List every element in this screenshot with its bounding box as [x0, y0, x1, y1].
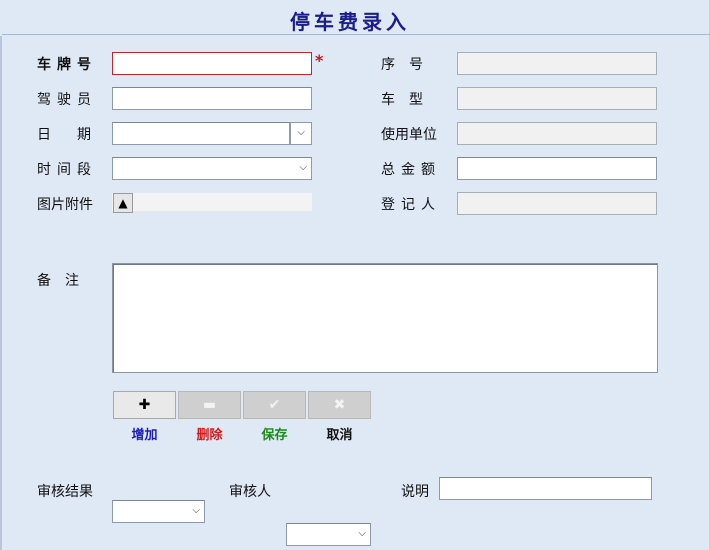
plate-number-input[interactable] — [112, 52, 312, 75]
window-left-border — [0, 36, 2, 550]
title-divider — [2, 34, 710, 35]
driver-label: 驾驶员 — [37, 92, 97, 108]
remark-label: 备 注 — [37, 273, 79, 289]
cancel-button[interactable]: ✖ — [308, 391, 371, 419]
registrar-input — [457, 192, 657, 215]
time-period-select[interactable]: ⌵ — [112, 157, 312, 180]
sequence-input — [457, 52, 657, 75]
check-icon: ✔ — [268, 397, 281, 413]
plus-icon: ✚ — [138, 397, 151, 413]
total-amount-input[interactable] — [457, 157, 657, 180]
chevron-down-icon: ⌵ — [299, 162, 307, 173]
delete-button[interactable]: ▬ — [178, 391, 241, 419]
date-label: 日 期 — [37, 127, 97, 143]
plate-number-label: 车牌号 — [37, 57, 97, 73]
date-input[interactable] — [112, 122, 290, 145]
minus-icon: ▬ — [202, 397, 217, 413]
remark-textarea[interactable] — [112, 263, 658, 373]
vehicle-type-label: 车 型 — [381, 92, 423, 108]
chevron-down-icon: ⌵ — [192, 505, 200, 516]
using-unit-input — [457, 122, 657, 145]
required-asterisk: * — [315, 51, 324, 70]
save-button-label[interactable]: 保存 — [243, 424, 306, 443]
add-button-label[interactable]: 增加 — [113, 424, 176, 443]
chevron-down-icon: ⌵ — [297, 127, 305, 138]
total-amount-label: 总金额 — [381, 162, 441, 178]
vehicle-type-input — [457, 87, 657, 110]
chevron-down-icon: ⌵ — [358, 528, 366, 539]
x-icon: ✖ — [333, 397, 346, 413]
using-unit-label: 使用单位 — [381, 127, 437, 143]
auditor-label: 审核人 — [229, 484, 271, 500]
image-attachment-label: 图片附件 — [37, 197, 93, 213]
page-title: 停车费录入 — [290, 10, 410, 34]
upload-triangle-icon: ▲ — [118, 196, 128, 210]
save-button[interactable]: ✔ — [243, 391, 306, 419]
cancel-button-label[interactable]: 取消 — [308, 424, 371, 443]
delete-button-label[interactable]: 删除 — [178, 424, 241, 443]
note-input[interactable] — [439, 477, 652, 500]
time-period-label: 时间段 — [37, 162, 97, 178]
sequence-label: 序 号 — [381, 57, 423, 73]
audit-result-label: 审核结果 — [37, 484, 93, 500]
audit-result-select[interactable]: ⌵ — [112, 500, 205, 523]
date-picker-button[interactable]: ⌵ — [290, 122, 312, 145]
auditor-select[interactable]: ⌵ — [286, 523, 371, 546]
note-label: 说明 — [401, 484, 429, 500]
registrar-label: 登记人 — [381, 197, 441, 213]
attachment-area — [112, 193, 312, 211]
driver-input[interactable] — [112, 87, 312, 110]
add-button[interactable]: ✚ — [113, 391, 176, 419]
attachment-upload-button[interactable]: ▲ — [113, 193, 133, 213]
